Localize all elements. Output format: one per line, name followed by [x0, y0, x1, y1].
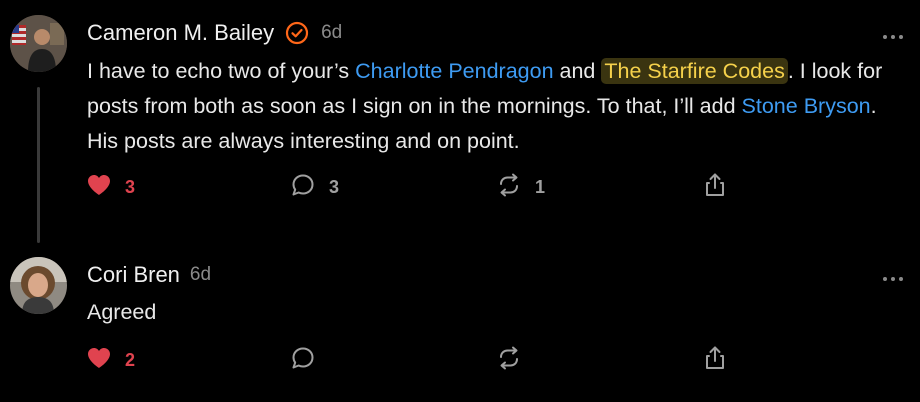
- avatar[interactable]: [10, 15, 67, 72]
- restack-icon: [495, 344, 523, 377]
- comment-bubble-icon: [289, 171, 317, 204]
- comment-actions: 2: [85, 344, 745, 376]
- comment-text: I have to echo two of your’s Charlotte P…: [87, 54, 907, 159]
- mention-link[interactable]: Charlotte Pendragon: [355, 59, 553, 83]
- thread-line: [37, 87, 40, 243]
- like-button[interactable]: 2: [85, 344, 135, 376]
- comment-text: Agreed: [87, 300, 157, 324]
- like-count: 2: [125, 349, 136, 370]
- restack-count: 1: [535, 176, 546, 197]
- verified-check-icon: [285, 21, 309, 45]
- share-button[interactable]: [701, 344, 729, 376]
- avatar[interactable]: [10, 257, 67, 314]
- comment-bubble-icon: [289, 344, 317, 377]
- mention-link[interactable]: Stone Bryson: [742, 94, 871, 118]
- author-name[interactable]: Cori Bren: [87, 262, 180, 288]
- share-icon: [701, 171, 729, 204]
- comment: Cori Bren 6d Agreed 2: [0, 250, 920, 402]
- highlighted-mention-link[interactable]: The Starfire Codes: [601, 58, 788, 84]
- like-count: 3: [125, 176, 136, 197]
- comment-header: Cori Bren 6d: [87, 259, 211, 291]
- restack-button[interactable]: 1: [495, 171, 545, 203]
- comment-actions: 3 3 1: [85, 171, 745, 203]
- reply-count: 3: [329, 176, 340, 197]
- like-button[interactable]: 3: [85, 171, 135, 203]
- timestamp[interactable]: 6d: [321, 22, 342, 44]
- restack-icon: [495, 171, 523, 204]
- heart-icon: [85, 344, 113, 377]
- comment-header: Cameron M. Bailey 6d: [87, 17, 342, 49]
- heart-icon: [85, 171, 113, 204]
- text-segment: and: [553, 59, 602, 83]
- restack-button[interactable]: [495, 344, 523, 376]
- text-segment: I have to echo two of your’s: [87, 59, 356, 83]
- more-options-icon[interactable]: [882, 28, 904, 39]
- reply-button[interactable]: [289, 344, 317, 376]
- reply-button[interactable]: 3: [289, 171, 339, 203]
- comment: Cameron M. Bailey 6d I have to echo two …: [0, 0, 920, 250]
- share-icon: [701, 344, 729, 377]
- share-button[interactable]: [701, 171, 729, 203]
- more-options-icon[interactable]: [882, 270, 904, 281]
- author-name[interactable]: Cameron M. Bailey: [87, 20, 274, 46]
- timestamp[interactable]: 6d: [190, 264, 211, 286]
